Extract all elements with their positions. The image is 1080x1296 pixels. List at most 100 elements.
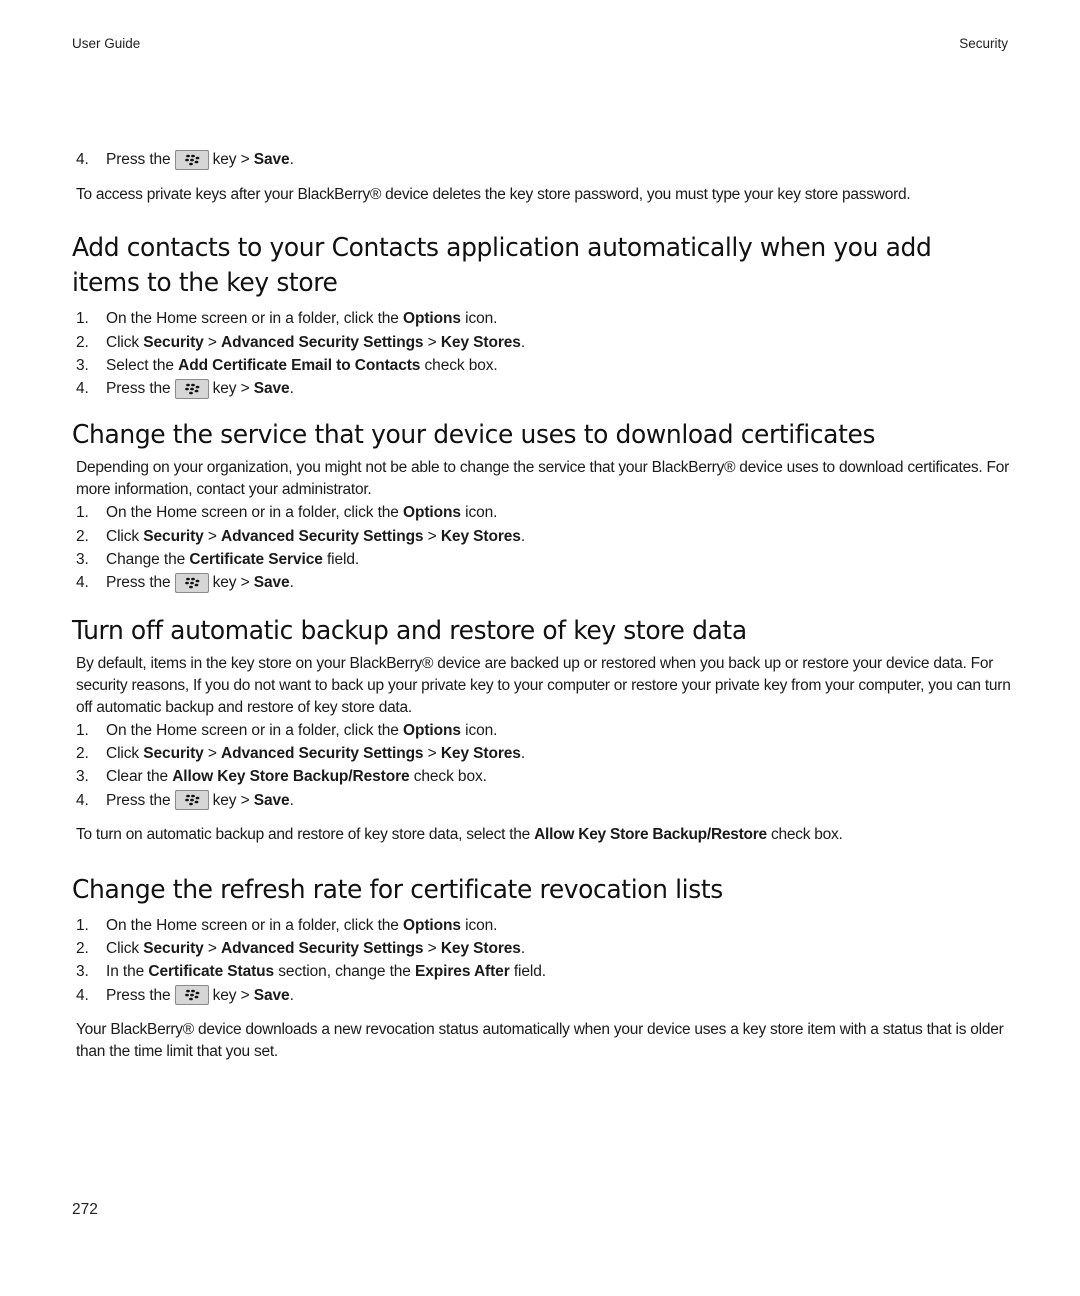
punctuation: . [289,574,294,592]
text: On the Home screen or in a folder, click… [106,310,404,328]
text: In the [106,963,149,981]
text: > [423,527,441,545]
text: check box. [766,825,843,843]
page-number: 272 [72,1201,98,1218]
step-text: Click Security > Advanced Security Setti… [106,742,525,765]
ui-term: Advanced Security Settings [221,940,424,958]
text: Select the [106,356,179,374]
text: . [520,940,526,958]
paragraph: Your BlackBerry® device downloads a new … [76,1021,1004,1061]
section-heading: Change the refresh rate for certificate … [72,874,723,905]
step-text: Click Security > Advanced Security Setti… [106,525,525,548]
step-item: 3. Change the Certificate Service field. [72,548,1012,571]
text: On the Home screen or in a folder, click… [106,504,404,522]
step-item: 3. Select the Add Certificate Email to C… [72,354,1012,377]
ui-term: Key Stores [440,527,521,545]
blackberry-menu-key-icon [174,985,209,1006]
heading-line: items to the key store [72,268,338,299]
ui-term: Certificate Status [148,963,275,981]
ui-term: Add Certificate Email to Contacts [178,356,421,374]
section-heading: Change the service that your device uses… [72,420,876,451]
save-label: Save [253,986,290,1004]
step-item: 1. On the Home screen or in a folder, cl… [72,501,1012,524]
section-heading: Turn off automatic backup and restore of… [72,615,747,646]
heading-line: Add contacts to your Contacts applicatio… [72,233,932,264]
ui-term: Allow Key Store Backup/Restore [534,825,767,843]
text: . [520,333,526,351]
text: Click [106,527,144,545]
text: Click [106,744,144,762]
step-number: 4. [76,791,89,809]
paragraph: Depending on your organization, you migh… [76,459,1010,499]
ui-term: Security [143,333,204,351]
section-heading: Add contacts to your Contacts applicatio… [72,231,974,301]
step-text: Select the Add Certificate Email to Cont… [106,354,498,377]
step-number: 3. [76,963,89,981]
text: On the Home screen or in a folder, click… [106,721,404,739]
text: > [203,333,222,351]
step-number: 4. [76,380,89,398]
text: section, change the [274,963,416,981]
step-number: 1. [76,721,89,739]
ui-term: Options [403,504,461,522]
step-item: 1. On the Home screen or in a folder, cl… [72,914,1012,937]
ui-term: Key Stores [440,940,521,958]
step-number: 4. [76,574,89,592]
step-number: 4. [76,986,89,1004]
text: icon. [460,310,498,328]
punctuation: . [289,380,294,398]
text: field. [509,963,546,981]
ui-term: Security [143,527,204,545]
step-item: 4. Press the key > Save. [72,984,1012,1007]
text: . [520,744,526,762]
ui-term: Certificate Service [189,551,323,569]
step-item: 2. Click Security > Advanced Security Se… [72,742,1012,765]
step-text: Press the [106,986,171,1004]
step-text: Press the [106,791,171,809]
page-content: 4. Press the key > Save. To access priva… [72,148,1012,1063]
step-text: key > [212,574,250,592]
step-number: 3. [76,768,89,786]
step-number: 1. [76,310,89,328]
step-text: On the Home screen or in a folder, click… [106,719,497,742]
step-number: 1. [76,916,89,934]
text: . [520,527,526,545]
step-text: Press the [106,574,171,592]
step-text: Press the [106,151,171,168]
save-label: Save [253,380,290,398]
text: Click [106,333,144,351]
step-item: 4. Press the key > Save. [72,789,1012,812]
step-item: 3. In the Certificate Status section, ch… [72,960,1012,983]
step-item: 2. Click Security > Advanced Security Se… [72,331,1012,354]
step-number: 2. [76,333,89,351]
text: icon. [460,504,498,522]
blackberry-menu-key-icon [174,790,209,811]
ui-term: Options [403,721,461,739]
step-number: 3. [76,356,89,374]
text: field. [322,551,360,569]
step-text: Press the [106,380,171,398]
step-text: On the Home screen or in a folder, click… [106,501,497,524]
save-label: Save [253,791,290,809]
step-item: 3. Clear the Allow Key Store Backup/Rest… [72,765,1012,788]
ui-term: Advanced Security Settings [221,527,424,545]
step-item: 2. Click Security > Advanced Security Se… [72,937,1012,960]
step-text: On the Home screen or in a folder, click… [106,307,497,330]
text: icon. [460,916,498,934]
ui-term: Security [143,940,204,958]
ui-term: Options [403,916,461,934]
punctuation: . [289,791,294,809]
paragraph: To turn on automatic backup and restore … [72,824,1012,846]
text: On the Home screen or in a folder, click… [106,916,404,934]
punctuation: . [289,986,294,1004]
text: Change the [106,551,190,569]
step-number: 2. [76,527,89,545]
step-text: Click Security > Advanced Security Setti… [106,937,525,960]
step-text: Clear the Allow Key Store Backup/Restore… [106,765,487,788]
running-header-section: Security [959,36,1008,51]
step-number: 4. [76,151,89,168]
step-number: 3. [76,551,89,569]
step-number: 2. [76,940,89,958]
blackberry-menu-key-icon [174,573,209,594]
save-label: Save [253,574,290,592]
